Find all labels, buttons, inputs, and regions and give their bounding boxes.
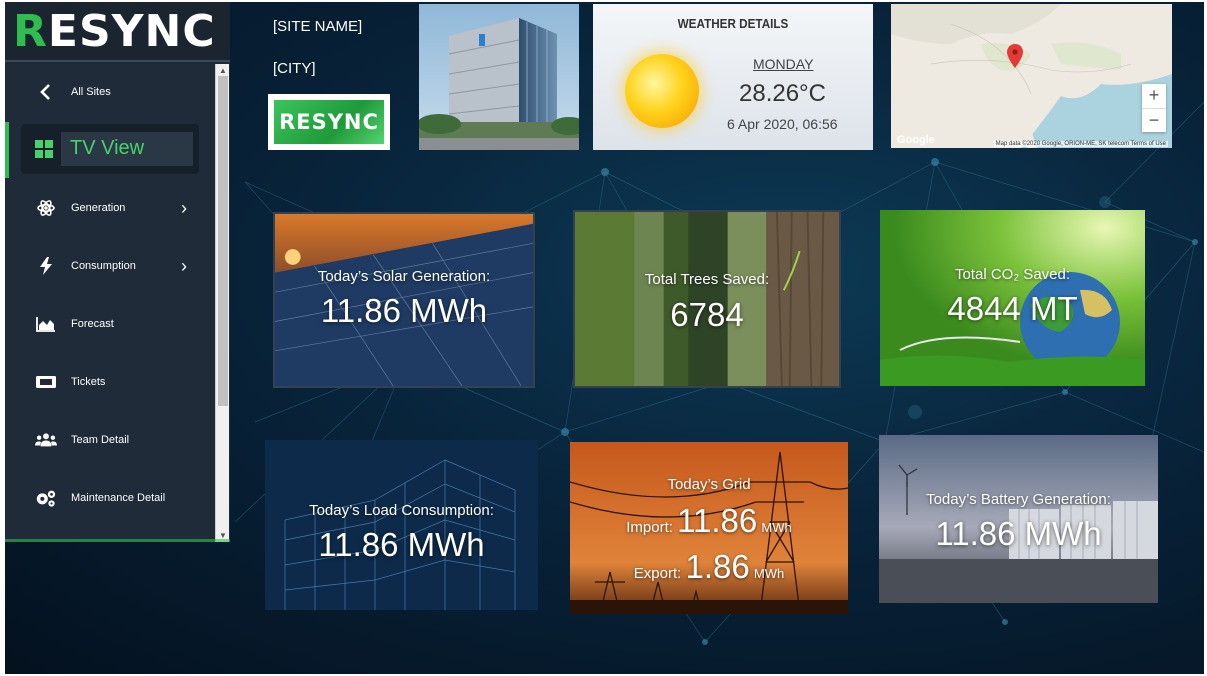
- co2-saved-value: 4844 MT: [947, 290, 1078, 327]
- google-logo: Google: [897, 134, 935, 146]
- battery-generation-card: Today’s Battery Generation: 11.86 MWh: [879, 435, 1158, 603]
- site-building-image: [419, 4, 579, 150]
- sidebar-item-label: Consumption: [71, 260, 136, 272]
- sidebar-item-label: Generation: [71, 202, 126, 214]
- chevron-right-icon: ›: [181, 255, 187, 276]
- grid-card: Today’s Grid Import: 11.86 MWh Export: 1…: [570, 442, 848, 614]
- scroll-up-arrow-icon[interactable]: ▲: [219, 66, 227, 75]
- sidebar-item-label: Maintenance Detail: [71, 492, 166, 504]
- battery-generation-label: Today’s Battery Generation:: [926, 491, 1111, 508]
- weather-title: WEATHER DETAILS: [677, 16, 789, 31]
- logo-letters: ESYNC: [47, 5, 216, 57]
- grid-import-row: Import: 11.86 MWh: [570, 502, 848, 540]
- site-logo-text: RESYNC: [274, 100, 384, 144]
- dashboard-frame: RESYNC All Sites Generation › Consumptio…: [5, 2, 1204, 674]
- grid-import-value: 11.86: [677, 502, 758, 539]
- sidebar-item-label: Team Detail: [71, 434, 130, 446]
- weather-datetime: 6 Apr 2020, 06:56: [727, 116, 838, 132]
- load-consumption-value: 11.86 MWh: [318, 526, 485, 563]
- sidebar-item-generation[interactable]: Generation ›: [5, 190, 215, 226]
- atom-icon: [35, 197, 57, 219]
- solar-generation-label: Today’s Solar Generation:: [317, 268, 491, 285]
- sidebar-bottom-border: [5, 539, 230, 542]
- chevron-right-icon: ›: [181, 197, 187, 218]
- users-icon: [35, 429, 57, 451]
- sidebar-item-all-sites[interactable]: All Sites: [5, 74, 215, 110]
- site-name: [SITE NAME]: [273, 18, 363, 35]
- sidebar-item-label: Tickets: [71, 376, 106, 388]
- grid-import-label: Import:: [626, 519, 673, 536]
- sidebar-item-tv-view[interactable]: TV View: [21, 124, 199, 174]
- weather-temperature: 28.26°C: [739, 80, 826, 107]
- trees-saved-label: Total Trees Saved:: [644, 271, 770, 288]
- sidebar-item-maintenance-detail[interactable]: Maintenance Detail: [5, 480, 215, 516]
- solar-generation-card: Today’s Solar Generation: 11.86 MWh: [273, 212, 535, 388]
- grid-export-value: 1.86: [685, 548, 750, 585]
- grid-import-unit: MWh: [761, 520, 792, 535]
- site-logo: RESYNC: [268, 94, 390, 150]
- sidebar-item-label: All Sites: [71, 86, 111, 98]
- site-location-map[interactable]: + − Google Map data ©2020 Google, ORION-…: [891, 4, 1172, 148]
- map-zoom-in-button[interactable]: +: [1142, 84, 1166, 108]
- solar-generation-value: 11.86 MWh: [320, 292, 488, 329]
- map-zoom-control: + −: [1142, 84, 1166, 132]
- sidebar: RESYNC All Sites Generation › Consumptio…: [5, 2, 230, 542]
- chevron-left-icon: [35, 81, 57, 103]
- grid-icon: [35, 140, 53, 163]
- grid-export-unit: MWh: [753, 566, 785, 581]
- logo-letter-r: R: [13, 5, 48, 57]
- co2-saved-card: Total CO₂ Saved: 4844 MT: [880, 210, 1145, 386]
- active-indicator: [5, 122, 9, 178]
- map-attribution[interactable]: Map data ©2020 Google, ORION-ME, SK tele…: [993, 141, 1168, 147]
- grid-label: Today’s Grid: [667, 476, 751, 493]
- weather-day[interactable]: MONDAY: [753, 56, 813, 72]
- sidebar-item-team-detail[interactable]: Team Detail: [5, 422, 215, 458]
- bolt-icon: [35, 255, 57, 277]
- load-consumption-card: Today’s Load Consumption: 11.86 MWh: [265, 440, 538, 610]
- brand-logo[interactable]: RESYNC: [5, 2, 230, 62]
- wireframe-building-image: [265, 440, 538, 610]
- load-consumption-label: Today’s Load Consumption:: [309, 502, 494, 519]
- area-chart-icon: [35, 313, 57, 335]
- co2-saved-label: Total CO₂ Saved:: [954, 266, 1071, 283]
- trees-saved-card: Total Trees Saved: 6784: [573, 210, 841, 388]
- sidebar-item-label: Forecast: [71, 318, 114, 330]
- sidebar-item-tickets[interactable]: Tickets: [5, 364, 215, 400]
- cogs-icon: [35, 487, 57, 509]
- grid-export-row: Export: 1.86 MWh: [570, 548, 848, 586]
- sidebar-item-consumption[interactable]: Consumption ›: [5, 248, 215, 284]
- sidebar-item-forecast[interactable]: Forecast: [5, 306, 215, 342]
- battery-generation-value: 11.86 MWh: [935, 515, 1102, 552]
- sidebar-item-label: TV View: [61, 132, 193, 166]
- trees-saved-value: 6784: [670, 296, 744, 333]
- site-city: [CITY]: [273, 60, 316, 77]
- ticket-icon: [35, 371, 57, 393]
- map-zoom-out-button[interactable]: −: [1142, 108, 1166, 132]
- sidebar-scrollbar[interactable]: ▲ ▼: [215, 64, 229, 542]
- scrollbar-thumb[interactable]: [218, 76, 228, 406]
- grid-export-label: Export:: [633, 565, 682, 582]
- sun-icon: [625, 54, 699, 128]
- weather-widget: WEATHER DETAILS MONDAY 28.26°C 6 Apr 202…: [593, 4, 873, 150]
